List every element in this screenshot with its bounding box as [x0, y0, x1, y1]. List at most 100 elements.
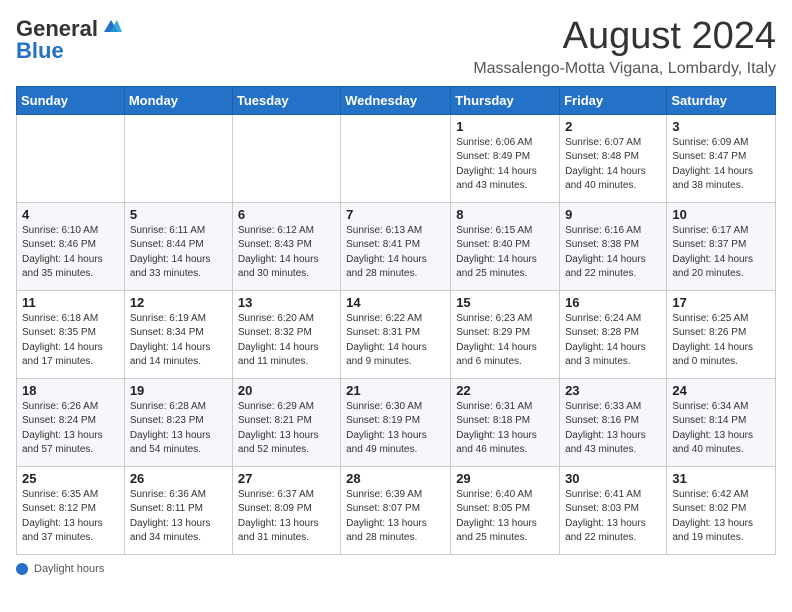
day-number: 21: [346, 383, 445, 398]
day-info: Sunrise: 6:41 AMSunset: 8:03 PMDaylight:…: [565, 488, 661, 546]
weekday-header-tuesday: Tuesday: [232, 86, 340, 114]
calendar-cell: 31 Sunrise: 6:42 AMSunset: 8:02 PMDayligh…: [667, 466, 776, 554]
day-info: Sunrise: 6:11 AMSunset: 8:44 PMDaylight:…: [130, 224, 227, 282]
day-number: 10: [672, 207, 770, 222]
day-number: 14: [346, 295, 445, 310]
calendar-cell: [232, 114, 340, 202]
day-info: Sunrise: 6:40 AMSunset: 8:05 PMDaylight:…: [456, 488, 554, 546]
weekday-header-thursday: Thursday: [451, 86, 560, 114]
weekday-header-friday: Friday: [560, 86, 667, 114]
day-info: Sunrise: 6:39 AMSunset: 8:07 PMDaylight:…: [346, 488, 445, 546]
calendar-cell: 21 Sunrise: 6:30 AMSunset: 8:19 PMDayligh…: [341, 378, 451, 466]
day-info: Sunrise: 6:26 AMSunset: 8:24 PMDaylight:…: [22, 400, 119, 458]
calendar-cell: 8Sunrise: 6:15 AMSunset: 8:40 PMDaylight…: [451, 202, 560, 290]
calendar-cell: 4 Sunrise: 6:10 AMSunset: 8:46 PMDaylight…: [17, 202, 125, 290]
calendar-cell: 25 Sunrise: 6:35 AMSunset: 8:12 PMDayligh…: [17, 466, 125, 554]
day-number: 27: [238, 471, 335, 486]
calendar-cell: 15Sunrise: 6:23 AMSunset: 8:29 PMDayligh…: [451, 290, 560, 378]
title-area: August 2024 Massalengo-Motta Vigana, Lom…: [473, 16, 776, 78]
month-year: August 2024: [473, 16, 776, 58]
calendar-cell: [17, 114, 125, 202]
day-number: 3: [672, 119, 770, 134]
day-info: Sunrise: 6:30 AMSunset: 8:19 PMDaylight:…: [346, 400, 445, 458]
calendar-cell: 6 Sunrise: 6:12 AMSunset: 8:43 PMDaylight…: [232, 202, 340, 290]
day-number: 28: [346, 471, 445, 486]
day-number: 25: [22, 471, 119, 486]
day-number: 6: [238, 207, 335, 222]
calendar-cell: 9Sunrise: 6:16 AMSunset: 8:38 PMDaylight…: [560, 202, 667, 290]
calendar-week-2: 4 Sunrise: 6:10 AMSunset: 8:46 PMDaylight…: [17, 202, 776, 290]
day-info: Sunrise: 6:10 AMSunset: 8:46 PMDaylight:…: [22, 224, 119, 282]
calendar-cell: 18 Sunrise: 6:26 AMSunset: 8:24 PMDayligh…: [17, 378, 125, 466]
day-info: Sunrise: 6:35 AMSunset: 8:12 PMDaylight:…: [22, 488, 119, 546]
calendar-cell: 5 Sunrise: 6:11 AMSunset: 8:44 PMDaylight…: [124, 202, 232, 290]
footer-text: Daylight hours: [34, 563, 104, 575]
calendar-cell: 26 Sunrise: 6:36 AMSunset: 8:11 PMDayligh…: [124, 466, 232, 554]
day-info: Sunrise: 6:36 AMSunset: 8:11 PMDaylight:…: [130, 488, 227, 546]
calendar-week-1: 1 Sunrise: 6:06 AMSunset: 8:49 PMDaylight…: [17, 114, 776, 202]
calendar-cell: 20 Sunrise: 6:29 AMSunset: 8:21 PMDayligh…: [232, 378, 340, 466]
footer-note: Daylight hours: [16, 563, 776, 575]
day-number: 31: [672, 471, 770, 486]
day-number: 7: [346, 207, 445, 222]
calendar-cell: 23 Sunrise: 6:33 AMSunset: 8:16 PMDayligh…: [560, 378, 667, 466]
page-header: General Blue August 2024 Massalengo-Mott…: [16, 16, 776, 78]
day-info: Sunrise: 6:12 AMSunset: 8:43 PMDaylight:…: [238, 224, 335, 282]
logo: General Blue: [16, 16, 122, 64]
calendar-cell: 16Sunrise: 6:24 AMSunset: 8:28 PMDayligh…: [560, 290, 667, 378]
day-number: 17: [672, 295, 770, 310]
day-info: Sunrise: 6:06 AMSunset: 8:49 PMDaylight:…: [456, 136, 554, 194]
weekday-header-row: SundayMondayTuesdayWednesdayThursdayFrid…: [17, 86, 776, 114]
day-info: Sunrise: 6:23 AMSunset: 8:29 PMDaylight:…: [456, 312, 554, 370]
location: Massalengo-Motta Vigana, Lombardy, Italy: [473, 60, 776, 78]
day-number: 2: [565, 119, 661, 134]
day-number: 11: [22, 295, 119, 310]
day-info: Sunrise: 6:33 AMSunset: 8:16 PMDaylight:…: [565, 400, 661, 458]
calendar-cell: 27 Sunrise: 6:37 AMSunset: 8:09 PMDayligh…: [232, 466, 340, 554]
calendar-cell: 29 Sunrise: 6:40 AMSunset: 8:05 PMDayligh…: [451, 466, 560, 554]
calendar-cell: 12Sunrise: 6:19 AMSunset: 8:34 PMDayligh…: [124, 290, 232, 378]
calendar-cell: 28 Sunrise: 6:39 AMSunset: 8:07 PMDayligh…: [341, 466, 451, 554]
day-info: Sunrise: 6:18 AMSunset: 8:35 PMDaylight:…: [22, 312, 119, 370]
calendar-cell: 10Sunrise: 6:17 AMSunset: 8:37 PMDayligh…: [667, 202, 776, 290]
day-number: 8: [456, 207, 554, 222]
day-info: Sunrise: 6:34 AMSunset: 8:14 PMDaylight:…: [672, 400, 770, 458]
day-info: Sunrise: 6:37 AMSunset: 8:09 PMDaylight:…: [238, 488, 335, 546]
day-info: Sunrise: 6:28 AMSunset: 8:23 PMDaylight:…: [130, 400, 227, 458]
day-info: Sunrise: 6:42 AMSunset: 8:02 PMDaylight:…: [672, 488, 770, 546]
day-number: 29: [456, 471, 554, 486]
day-number: 9: [565, 207, 661, 222]
day-info: Sunrise: 6:24 AMSunset: 8:28 PMDaylight:…: [565, 312, 661, 370]
day-number: 26: [130, 471, 227, 486]
day-number: 4: [22, 207, 119, 222]
weekday-header-sunday: Sunday: [17, 86, 125, 114]
day-number: 5: [130, 207, 227, 222]
day-info: Sunrise: 6:09 AMSunset: 8:47 PMDaylight:…: [672, 136, 770, 194]
calendar-cell: 1 Sunrise: 6:06 AMSunset: 8:49 PMDaylight…: [451, 114, 560, 202]
day-number: 30: [565, 471, 661, 486]
day-number: 20: [238, 383, 335, 398]
day-number: 22: [456, 383, 554, 398]
calendar-cell: 14 Sunrise: 6:22 AMSunset: 8:31 PMDayligh…: [341, 290, 451, 378]
day-info: Sunrise: 6:22 AMSunset: 8:31 PMDaylight:…: [346, 312, 445, 370]
logo-blue: Blue: [16, 38, 64, 64]
day-info: Sunrise: 6:31 AMSunset: 8:18 PMDaylight:…: [456, 400, 554, 458]
day-number: 1: [456, 119, 554, 134]
calendar-week-5: 25 Sunrise: 6:35 AMSunset: 8:12 PMDayligh…: [17, 466, 776, 554]
calendar-cell: 22 Sunrise: 6:31 AMSunset: 8:18 PMDayligh…: [451, 378, 560, 466]
footer-dot: [16, 563, 28, 575]
day-info: Sunrise: 6:29 AMSunset: 8:21 PMDaylight:…: [238, 400, 335, 458]
logo-icon: [100, 18, 122, 36]
day-number: 18: [22, 383, 119, 398]
day-number: 23: [565, 383, 661, 398]
calendar-cell: 19Sunrise: 6:28 AMSunset: 8:23 PMDayligh…: [124, 378, 232, 466]
day-number: 13: [238, 295, 335, 310]
calendar-week-3: 11 Sunrise: 6:18 AMSunset: 8:35 PMDayligh…: [17, 290, 776, 378]
calendar-cell: [124, 114, 232, 202]
day-info: Sunrise: 6:13 AMSunset: 8:41 PMDaylight:…: [346, 224, 445, 282]
day-info: Sunrise: 6:20 AMSunset: 8:32 PMDaylight:…: [238, 312, 335, 370]
day-number: 12: [130, 295, 227, 310]
calendar-cell: 3 Sunrise: 6:09 AMSunset: 8:47 PMDaylight…: [667, 114, 776, 202]
day-number: 24: [672, 383, 770, 398]
calendar-cell: 7 Sunrise: 6:13 AMSunset: 8:41 PMDaylight…: [341, 202, 451, 290]
